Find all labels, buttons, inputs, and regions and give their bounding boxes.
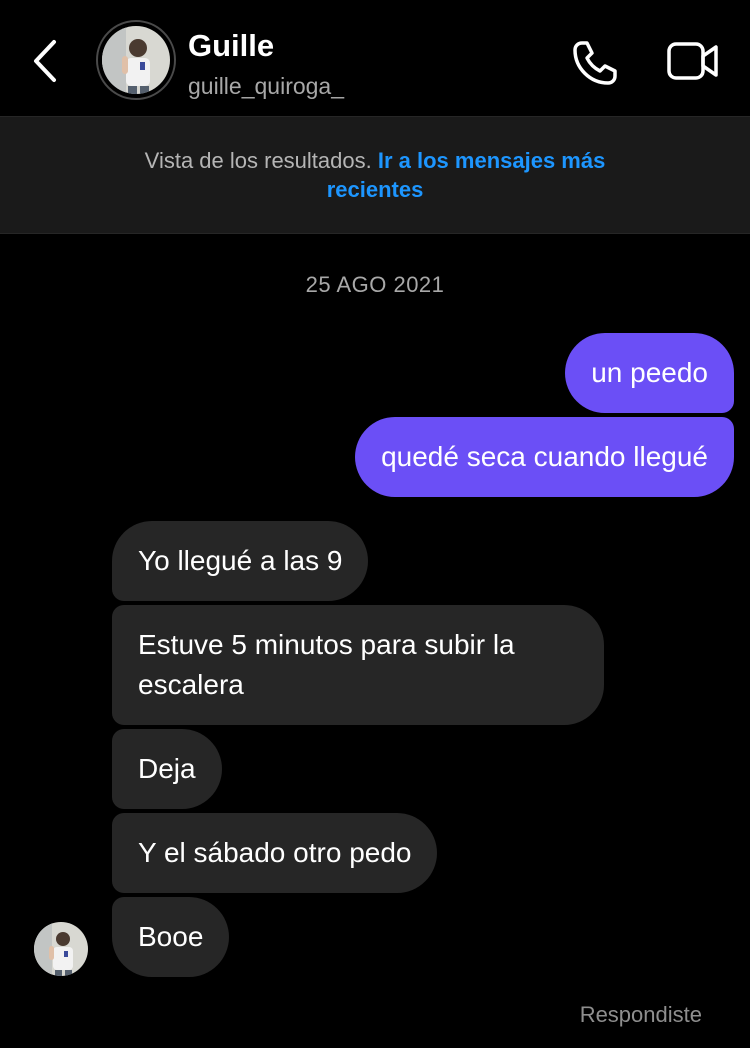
contact-avatar[interactable]	[96, 20, 176, 100]
chevron-left-icon	[34, 40, 56, 82]
phone-icon	[573, 41, 617, 85]
sent-message[interactable]: un peedo	[565, 333, 734, 413]
received-message[interactable]: Y el sábado otro pedo	[112, 813, 438, 893]
received-message[interactable]: Booe	[112, 897, 230, 977]
back-button[interactable]	[22, 36, 72, 86]
received-message[interactable]: Estuve 5 minutos para subir la escalera	[112, 605, 604, 725]
avatar-photo	[102, 26, 170, 94]
video-call-button[interactable]	[666, 38, 720, 84]
banner-text: Vista de los resultados. Ir a los mensaj…	[95, 146, 655, 204]
video-camera-icon	[667, 42, 718, 80]
sender-avatar[interactable]	[34, 922, 88, 976]
received-message[interactable]: Deja	[112, 729, 222, 809]
search-results-banner: Vista de los resultados. Ir a los mensaj…	[0, 116, 750, 234]
contact-name[interactable]: Guille	[188, 28, 274, 64]
audio-call-button[interactable]	[570, 38, 620, 88]
received-message[interactable]: Yo llegué a las 9	[112, 521, 369, 601]
banner-label: Vista de los resultados.	[144, 148, 372, 173]
sent-message[interactable]: quedé seca cuando llegué	[355, 417, 734, 497]
date-separator: 25 AGO 2021	[305, 272, 445, 297]
reply-status: Respondiste	[579, 1002, 702, 1027]
chat-header: Guille guille_quiroga_	[0, 0, 750, 116]
contact-username: guille_quiroga_	[188, 73, 345, 99]
